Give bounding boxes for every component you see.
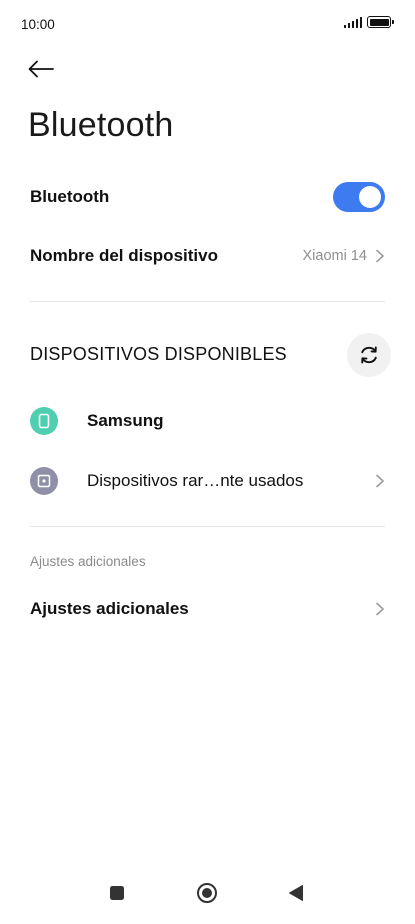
device-box-icon: [30, 467, 58, 495]
navigation-bar: [0, 864, 415, 924]
recents-button[interactable]: [102, 878, 132, 908]
additional-settings-label: Ajustes adicionales: [30, 599, 189, 618]
chevron-right-icon: [376, 249, 384, 263]
device-item-left: Samsung: [30, 407, 164, 435]
device-name-value-wrap: Xiaomi 14: [303, 248, 385, 264]
device-name-text: Dispositivos rar…nte usados: [87, 471, 304, 490]
device-name-label: Nombre del dispositivo: [30, 246, 218, 265]
bluetooth-toggle[interactable]: [333, 182, 385, 212]
back-button[interactable]: [24, 55, 58, 83]
signal-icon: [343, 16, 362, 28]
battery-icon: [367, 16, 394, 28]
home-circle-icon: [197, 883, 217, 903]
divider: [30, 301, 385, 302]
chevron-right-icon: [376, 602, 384, 616]
page-title: Bluetooth: [28, 106, 174, 144]
bluetooth-label: Bluetooth: [30, 187, 110, 206]
phone-icon: [30, 407, 58, 435]
refresh-icon: [361, 346, 377, 364]
additional-settings-row[interactable]: Ajustes adicionales: [30, 595, 385, 623]
bluetooth-toggle-row[interactable]: Bluetooth: [30, 181, 385, 213]
device-item-left: Dispositivos rar…nte usados: [30, 467, 303, 495]
status-icons: [343, 16, 394, 28]
status-bar: 10:00: [0, 0, 415, 50]
device-name-row[interactable]: Nombre del dispositivo Xiaomi 14: [30, 242, 385, 270]
divider: [30, 526, 385, 527]
additional-settings-subheading: Ajustes adicionales: [30, 554, 146, 569]
back-arrow-icon: [28, 60, 54, 78]
home-button[interactable]: [192, 878, 222, 908]
triangle-back-icon: [289, 885, 303, 901]
available-devices-title: DISPOSITIVOS DISPONIBLES: [30, 344, 287, 364]
device-name-text: Samsung: [87, 411, 164, 430]
device-item-rarely-used[interactable]: Dispositivos rar…nte usados: [30, 466, 385, 496]
toggle-knob: [359, 186, 381, 208]
square-icon: [110, 886, 124, 900]
status-time: 10:00: [21, 17, 55, 32]
refresh-button[interactable]: [347, 333, 391, 377]
back-nav-button[interactable]: [281, 878, 311, 908]
chevron-right-icon: [376, 474, 384, 488]
device-item-samsung[interactable]: Samsung: [30, 406, 385, 436]
device-name-value: Xiaomi 14: [302, 248, 367, 264]
